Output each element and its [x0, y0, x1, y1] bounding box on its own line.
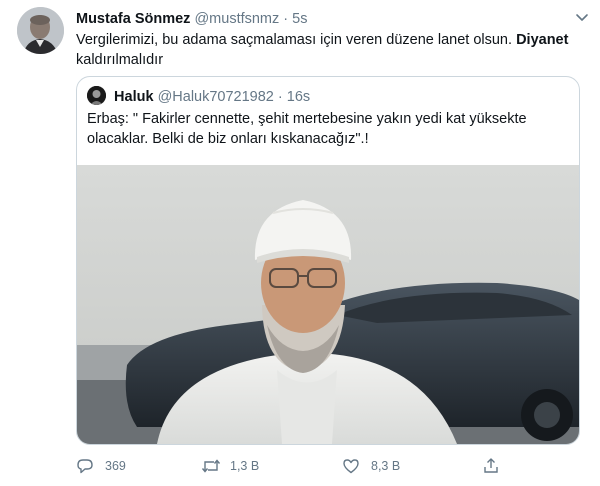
quoted-avatar-image [87, 86, 106, 105]
quoted-avatar[interactable] [87, 86, 106, 105]
author-handle[interactable]: @mustfsnmz [194, 11, 279, 27]
tweet-actions: 369 1,3 B 8,3 B [76, 455, 576, 477]
tweet-time[interactable]: 5s [292, 11, 307, 27]
tweet-text-part2: kaldırılmalıdır [76, 52, 164, 68]
chevron-down-icon[interactable] [573, 8, 591, 26]
retweet-icon [201, 459, 221, 473]
like-icon [343, 459, 359, 474]
quoted-header: Haluk @Haluk70721982 · 16s [87, 86, 310, 106]
tweet-text: Vergilerimizi, bu adama saçmalaması için… [76, 30, 576, 70]
quoted-text: Erbaş: " Fakirler cennette, şehit merteb… [87, 111, 527, 147]
quoted-author-name[interactable]: Haluk [114, 89, 154, 105]
quoted-separator: · [277, 89, 283, 105]
retweet-count: 1,3 B [230, 459, 260, 473]
quoted-tweet[interactable]: Haluk @Haluk70721982 · 16s Erbaş: " Faki… [76, 76, 580, 445]
quoted-handle[interactable]: @Haluk70721982 [158, 89, 274, 105]
tweet-header: Mustafa Sönmez @mustfsnmz · 5s [76, 9, 580, 29]
quoted-photo[interactable] [77, 165, 579, 444]
reply-count: 369 [105, 459, 126, 473]
tweet-text-part1: Vergilerimizi, bu adama saçmalaması için… [76, 32, 513, 48]
like-count: 8,3 B [371, 459, 401, 473]
quoted-time: 16s [286, 89, 311, 105]
author-avatar-image [17, 7, 64, 54]
reply-icon [77, 459, 93, 474]
author-name[interactable]: Mustafa Sönmez [76, 11, 190, 27]
header-separator: · [283, 11, 289, 27]
author-avatar[interactable] [17, 7, 64, 54]
tweet-text-bold: Diyanet [516, 32, 569, 48]
share-icon [484, 458, 498, 473]
